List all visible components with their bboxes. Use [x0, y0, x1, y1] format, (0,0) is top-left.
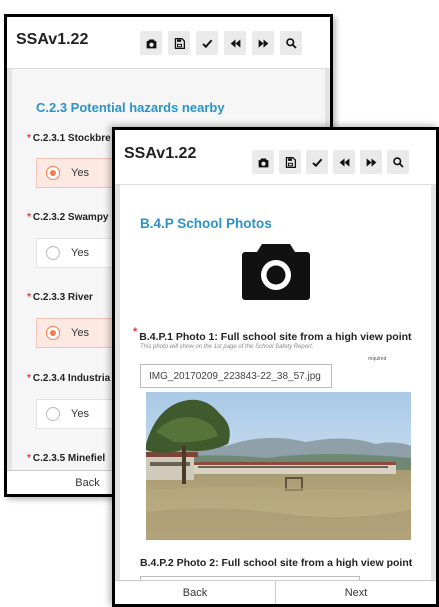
- app-header: SSAv1.22: [115, 130, 436, 185]
- app-header: SSAv1.22: [7, 17, 330, 69]
- question-label: * C.2.3.1 Stockbre: [27, 133, 111, 144]
- photo1-filename-field[interactable]: IMG_20170209_223843-22_38_57.jpg: [140, 364, 332, 388]
- school-site-photo: [146, 392, 411, 540]
- camera-icon[interactable]: [252, 150, 274, 174]
- left-rail: [7, 69, 12, 494]
- toolbar: [140, 31, 302, 55]
- section-title: C.2.3 Potential hazards nearby: [36, 100, 225, 115]
- check-icon[interactable]: [196, 31, 218, 55]
- save-icon[interactable]: [168, 31, 190, 55]
- radio-button[interactable]: [46, 326, 60, 340]
- camera-icon[interactable]: [140, 31, 162, 55]
- section-title: B.4.P School Photos: [140, 216, 272, 231]
- fast-forward-icon[interactable]: [252, 31, 274, 55]
- question-label: * C.2.3.4 Industria: [27, 373, 111, 384]
- camera-icon[interactable]: [241, 242, 311, 300]
- photo1-label: * B.4.P.1 Photo 1: Full school site from …: [133, 326, 412, 343]
- search-icon[interactable]: [280, 31, 302, 55]
- fast-forward-icon[interactable]: [360, 150, 382, 174]
- front-phone-screen: SSAv1.22 B.4.P School Photos * B.4.P.1 Ph…: [112, 127, 439, 607]
- rewind-icon[interactable]: [333, 150, 355, 174]
- question-label: * C.2.3.5 Minefiel: [27, 453, 106, 464]
- bottom-nav: Back Next: [115, 580, 436, 604]
- photo2-label: B.4.P.2 Photo 2: Full school site from a…: [140, 557, 413, 569]
- question-label: * C.2.3.2 Swampy: [27, 212, 109, 223]
- check-icon[interactable]: [306, 150, 328, 174]
- radio-button[interactable]: [46, 246, 60, 260]
- back-button[interactable]: Back: [115, 581, 275, 604]
- radio-button[interactable]: [46, 166, 60, 180]
- toolbar: [252, 150, 409, 174]
- photo1-help-text: This photo will show on the 1st page of …: [140, 344, 314, 350]
- search-icon[interactable]: [387, 150, 409, 174]
- save-icon[interactable]: [279, 150, 301, 174]
- question-label: * C.2.3.3 River: [27, 292, 93, 303]
- next-button[interactable]: Next: [275, 581, 436, 604]
- app-title: SSAv1.22: [16, 31, 89, 48]
- required-tag: required: [368, 356, 387, 362]
- radio-button[interactable]: [46, 407, 60, 421]
- rewind-icon[interactable]: [224, 31, 246, 55]
- app-title: SSAv1.22: [124, 145, 197, 162]
- scrollbar[interactable]: [431, 185, 436, 604]
